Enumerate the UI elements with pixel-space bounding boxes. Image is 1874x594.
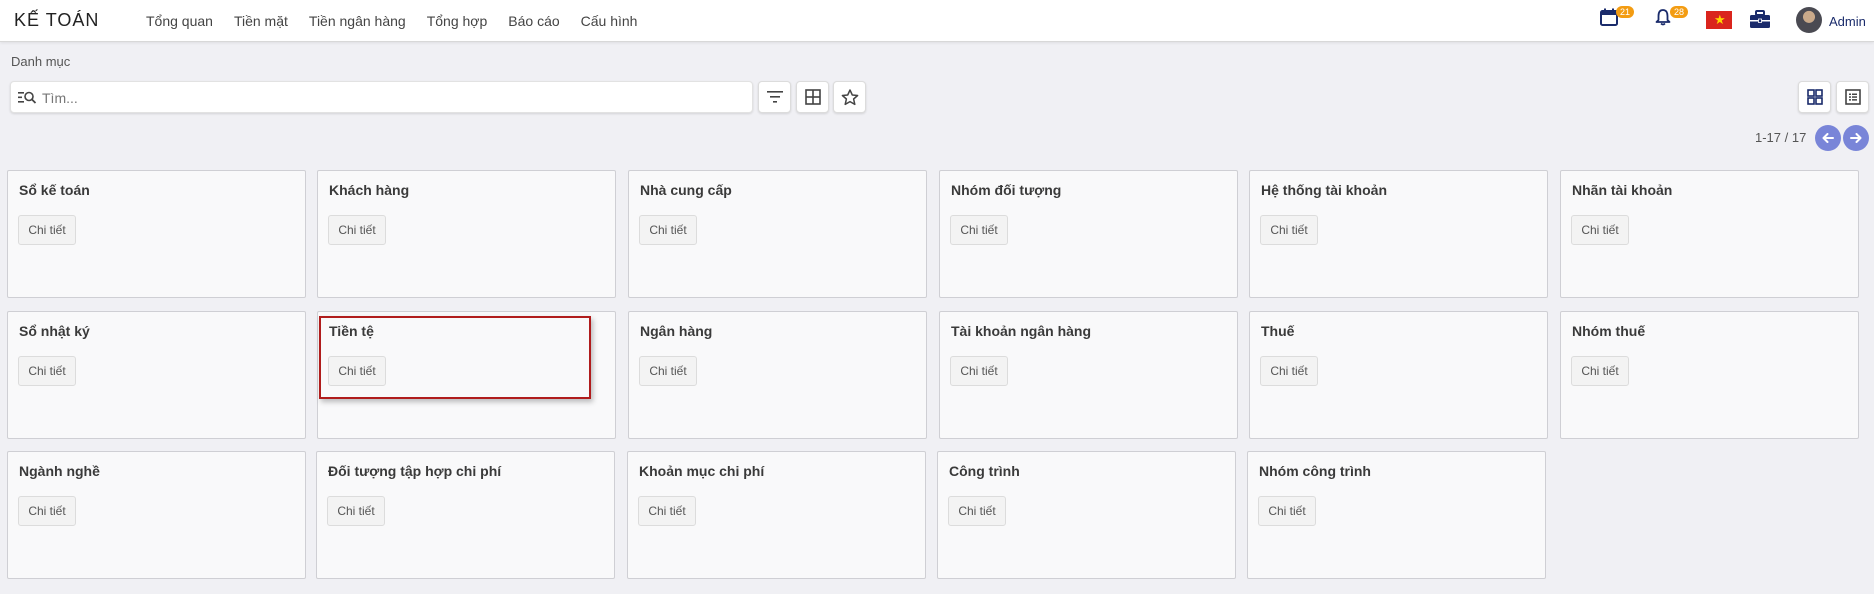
card-title: Nhóm công trình	[1259, 463, 1371, 479]
detail-button[interactable]: Chi tiết	[1260, 215, 1318, 245]
card-title: Thuế	[1261, 323, 1295, 339]
top-navbar: KẾ TOÁN Tổng quan Tiền mặt Tiền ngân hàn…	[0, 0, 1874, 42]
list-view-icon	[1844, 89, 1861, 105]
detail-button[interactable]: Chi tiết	[950, 356, 1008, 386]
card-nganh-nghe[interactable]: Ngành nghề Chi tiết	[7, 451, 306, 579]
card-title: Nhà cung cấp	[640, 182, 732, 198]
menu-tien-mat[interactable]: Tiền mặt	[234, 13, 288, 29]
kanban-view-button[interactable]	[1798, 81, 1831, 113]
menu-tien-ngan-hang[interactable]: Tiền ngân hàng	[309, 13, 406, 29]
card-title: Nhãn tài khoản	[1572, 182, 1673, 198]
detail-button[interactable]: Chi tiết	[950, 215, 1008, 245]
card-tien-te[interactable]: Tiền tệ Chi tiết	[317, 311, 616, 439]
pager-previous-button[interactable]	[1815, 125, 1841, 151]
filter-button[interactable]	[758, 81, 791, 113]
detail-button[interactable]: Chi tiết	[948, 496, 1006, 526]
card-nhom-cong-trinh[interactable]: Nhóm công trình Chi tiết	[1247, 451, 1546, 579]
detail-button[interactable]: Chi tiết	[18, 496, 76, 526]
app-title[interactable]: KẾ TOÁN	[14, 10, 99, 31]
pager-next-button[interactable]	[1843, 125, 1869, 151]
notification-badge: 28	[1670, 6, 1689, 18]
menu-tong-quan[interactable]: Tổng quan	[146, 13, 213, 29]
card-cong-trinh[interactable]: Công trình Chi tiết	[937, 451, 1236, 579]
detail-button[interactable]: Chi tiết	[1260, 356, 1318, 386]
detail-button[interactable]: Chi tiết	[639, 215, 697, 245]
card-nhom-doi-tuong[interactable]: Nhóm đối tượng Chi tiết	[939, 170, 1238, 298]
kanban-view-icon	[1806, 89, 1823, 105]
card-title: Khách hàng	[329, 182, 410, 198]
detail-button[interactable]: Chi tiết	[327, 496, 385, 526]
detail-button[interactable]: Chi tiết	[18, 356, 76, 386]
notification-button[interactable]: 28	[1654, 6, 1689, 31]
card-title: Nhóm đối tượng	[951, 182, 1062, 198]
card-nhom-thue[interactable]: Nhóm thuế Chi tiết	[1560, 311, 1859, 439]
detail-button[interactable]: Chi tiết	[1571, 215, 1629, 245]
search-icon	[18, 91, 37, 104]
card-doi-tuong-tap-hop-chi-phi[interactable]: Đối tượng tập hợp chi phí Chi tiết	[316, 451, 615, 579]
card-so-ke-toan[interactable]: Sổ kế toán Chi tiết	[7, 170, 306, 298]
detail-button[interactable]: Chi tiết	[328, 215, 386, 245]
card-title: Ngân hàng	[640, 323, 713, 339]
card-thue[interactable]: Thuế Chi tiết	[1249, 311, 1548, 439]
card-so-nhat-ky[interactable]: Sổ nhật ký Chi tiết	[7, 311, 306, 439]
filter-icon	[766, 91, 783, 103]
card-title: Khoản mục chi phí	[639, 463, 765, 479]
main-menu: Tổng quan Tiền mặt Tiền ngân hàng Tổng h…	[146, 0, 658, 42]
menu-tong-hop[interactable]: Tổng hợp	[427, 13, 488, 29]
card-ngan-hang[interactable]: Ngân hàng Chi tiết	[628, 311, 927, 439]
breadcrumb: Danh mục	[11, 54, 71, 69]
calendar-button[interactable]: 21	[1600, 6, 1635, 31]
user-name[interactable]: Admin	[1829, 14, 1866, 29]
briefcase-icon	[1750, 10, 1770, 28]
detail-button[interactable]: Chi tiết	[1571, 356, 1629, 386]
card-title: Ngành nghề	[19, 463, 100, 479]
card-nhan-tai-khoan[interactable]: Nhãn tài khoản Chi tiết	[1560, 170, 1859, 298]
card-title: Đối tượng tập hợp chi phí	[328, 463, 502, 479]
search-bar[interactable]	[10, 81, 753, 113]
card-title: Tiền tệ	[329, 323, 374, 339]
menu-cau-hinh[interactable]: Cấu hình	[581, 13, 638, 29]
detail-button[interactable]: Chi tiết	[328, 356, 386, 386]
grid-icon	[804, 89, 821, 105]
favorites-button[interactable]	[833, 81, 866, 113]
group-by-button[interactable]	[796, 81, 829, 113]
card-title: Công trình	[949, 463, 1020, 479]
card-title: Tài khoản ngân hàng	[951, 323, 1092, 339]
detail-button[interactable]: Chi tiết	[638, 496, 696, 526]
avatar[interactable]	[1796, 7, 1822, 33]
calendar-badge: 21	[1616, 6, 1635, 18]
card-khach-hang[interactable]: Khách hàng Chi tiết	[317, 170, 616, 298]
vietnam-flag-icon[interactable]: ★	[1706, 11, 1732, 29]
apps-button[interactable]	[1749, 10, 1771, 34]
arrow-right-icon	[1850, 133, 1862, 143]
card-nha-cung-cap[interactable]: Nhà cung cấp Chi tiết	[628, 170, 927, 298]
card-title: Sổ kế toán	[19, 182, 90, 198]
card-title: Nhóm thuế	[1572, 323, 1646, 339]
card-title: Hệ thống tài khoản	[1261, 182, 1387, 198]
search-input[interactable]	[42, 88, 742, 108]
card-title: Sổ nhật ký	[19, 323, 90, 339]
list-view-button[interactable]	[1836, 81, 1869, 113]
card-he-thong-tai-khoan[interactable]: Hệ thống tài khoản Chi tiết	[1249, 170, 1548, 298]
detail-button[interactable]: Chi tiết	[639, 356, 697, 386]
detail-button[interactable]: Chi tiết	[1258, 496, 1316, 526]
detail-button[interactable]: Chi tiết	[18, 215, 76, 245]
menu-bao-cao[interactable]: Báo cáo	[508, 13, 559, 29]
star-icon	[841, 88, 858, 105]
card-khoan-muc-chi-phi[interactable]: Khoản mục chi phí Chi tiết	[627, 451, 926, 579]
card-tai-khoan-ngan-hang[interactable]: Tài khoản ngân hàng Chi tiết	[939, 311, 1238, 439]
arrow-left-icon	[1822, 133, 1834, 143]
pager-counter[interactable]: 1-17 / 17	[1755, 130, 1806, 145]
